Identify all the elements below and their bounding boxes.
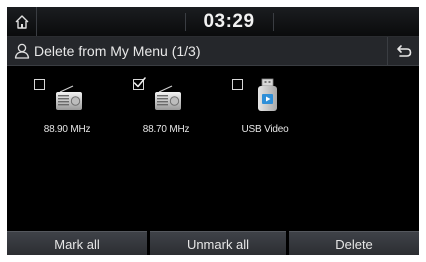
radio-icon: [153, 78, 183, 112]
item-label: 88.70 MHz: [142, 124, 190, 135]
usb-video-icon: [252, 78, 282, 112]
back-button[interactable]: [387, 37, 419, 65]
item-checkbox[interactable]: [232, 79, 243, 90]
mark-all-button[interactable]: Mark all: [7, 231, 147, 255]
list-item[interactable]: 88.90 MHz: [23, 73, 111, 143]
back-icon: [396, 45, 411, 57]
item-label: USB Video: [241, 124, 289, 135]
home-button[interactable]: [7, 7, 37, 36]
home-icon: [15, 14, 28, 29]
status-bar: 03:29: [7, 7, 419, 37]
delete-button[interactable]: Delete: [289, 231, 419, 255]
list-item[interactable]: 88.70 MHz: [122, 73, 210, 143]
radio-icon: [54, 78, 84, 112]
page-title: Delete from My Menu (1/3): [34, 43, 201, 59]
title-bar: Delete from My Menu (1/3): [7, 37, 419, 66]
item-checkbox-checked[interactable]: [133, 77, 146, 90]
unmark-all-button[interactable]: Unmark all: [150, 231, 286, 255]
item-checkbox[interactable]: [34, 79, 45, 90]
checkmark-icon: [133, 77, 146, 88]
person-icon: [14, 43, 30, 59]
list-item[interactable]: USB Video: [221, 73, 309, 143]
clock-divider-right: [273, 13, 274, 31]
screen: 03:29 Delete from My Menu (1/3) 88.90 MH…: [7, 7, 419, 255]
item-label: 88.90 MHz: [43, 124, 91, 135]
clock: 03:29: [203, 10, 255, 32]
